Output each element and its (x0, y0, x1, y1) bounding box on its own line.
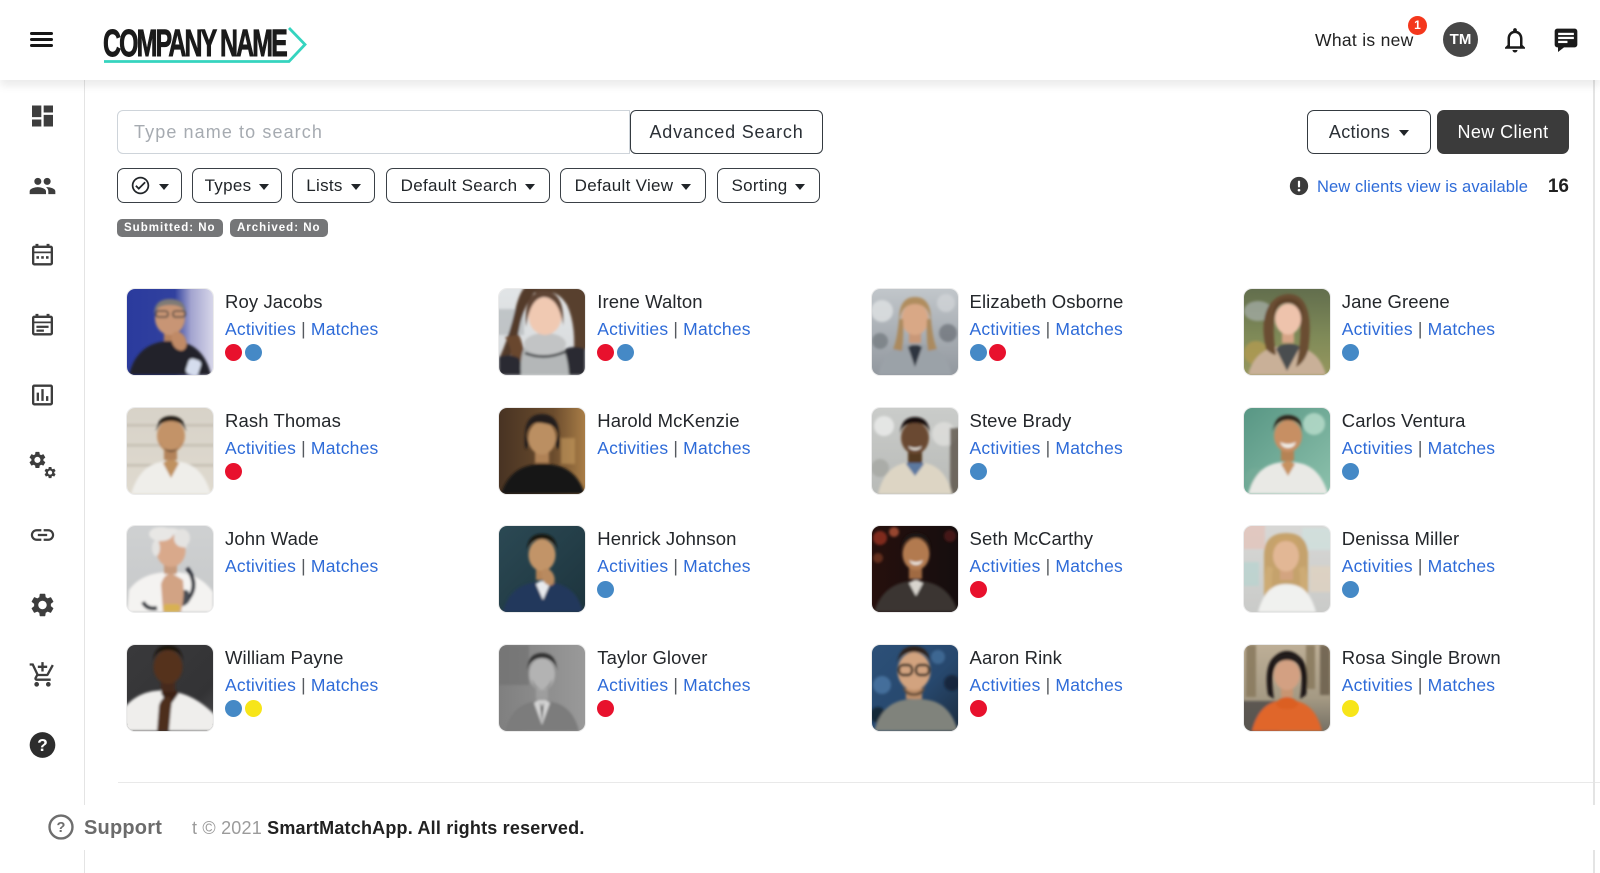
svg-text:COMPANY NAME: COMPANY NAME (103, 22, 288, 65)
svg-text:?: ? (57, 820, 66, 836)
svg-text:?: ? (37, 735, 48, 755)
